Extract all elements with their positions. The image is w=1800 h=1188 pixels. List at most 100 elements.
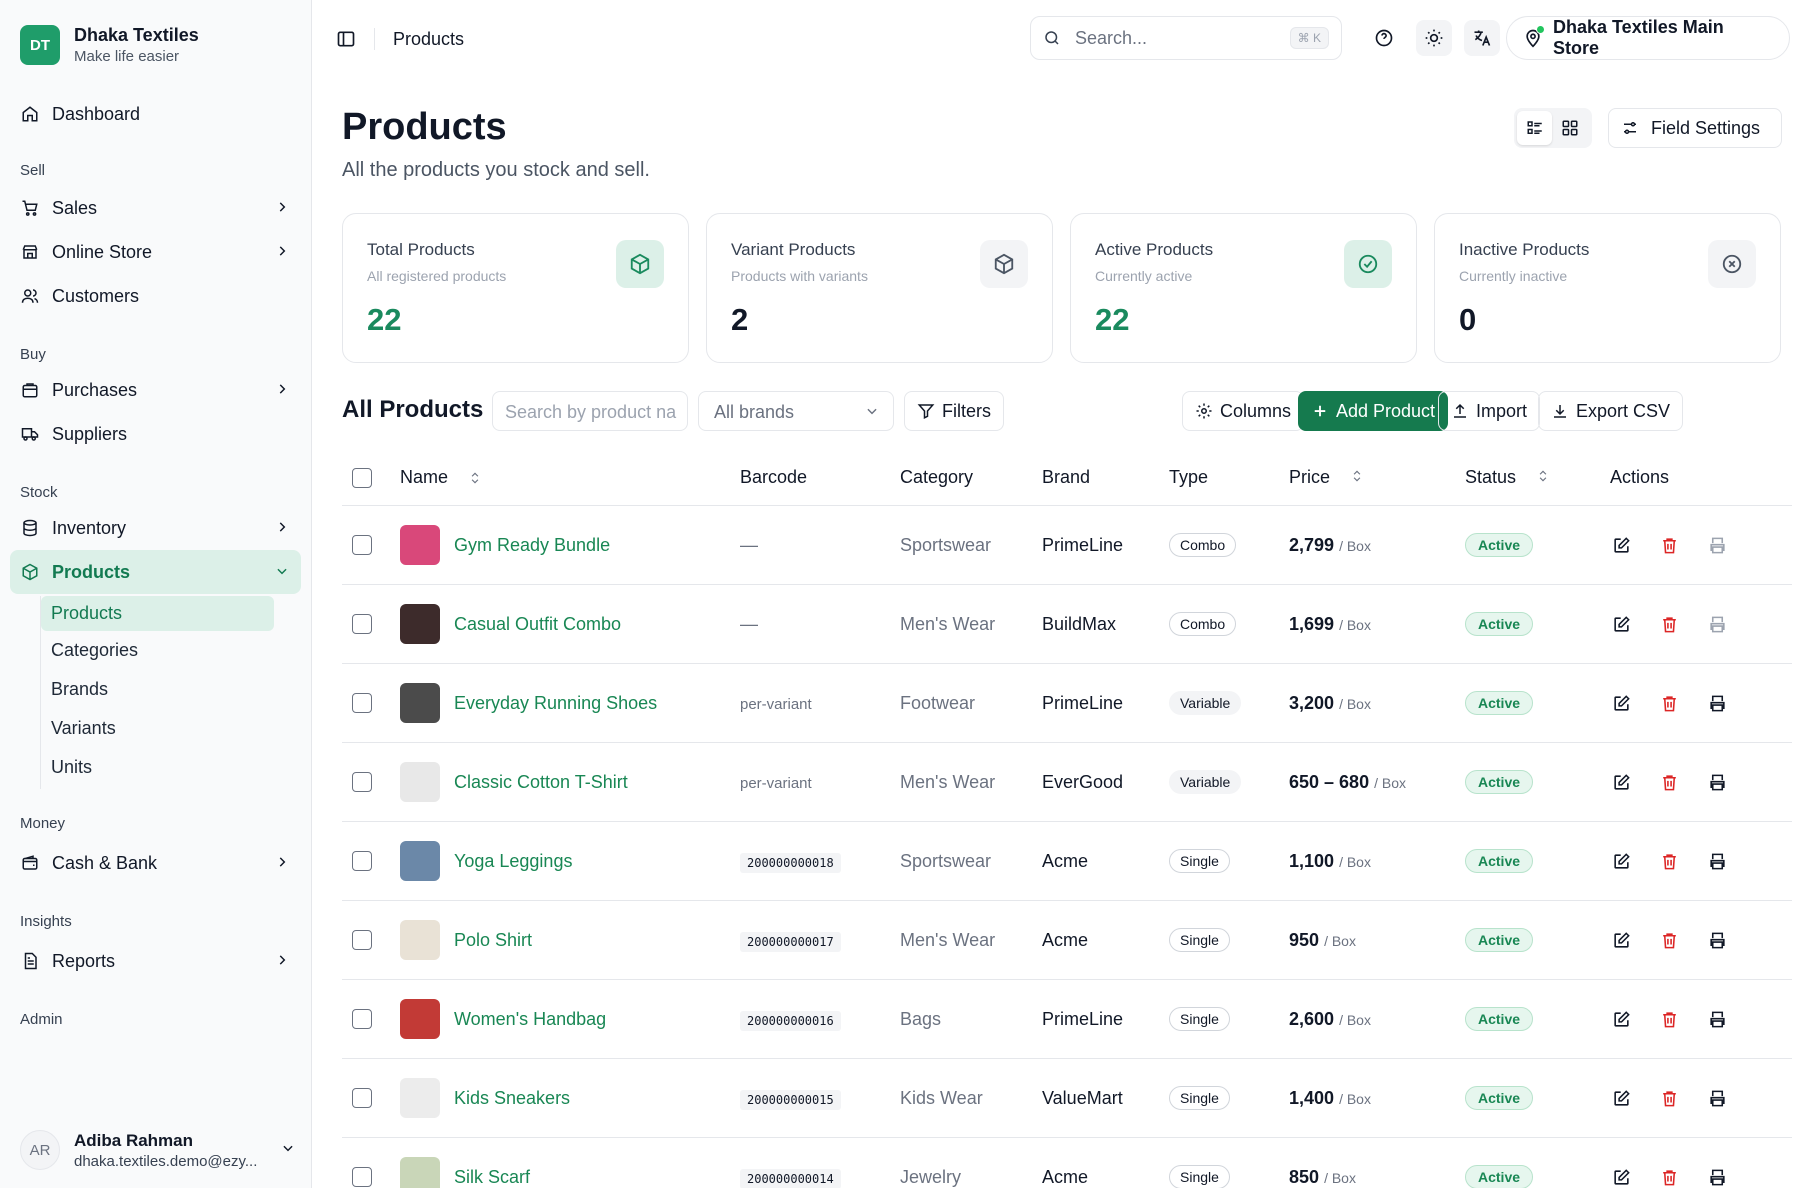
price-unit: / Box xyxy=(1324,1169,1356,1186)
store-switcher[interactable]: Dhaka Textiles Main Store xyxy=(1506,16,1790,60)
product-name-link[interactable]: Everyday Running Shoes xyxy=(454,693,657,714)
row-checkbox[interactable] xyxy=(352,535,372,555)
grid-view-button[interactable] xyxy=(1552,111,1587,145)
print-icon[interactable] xyxy=(1706,1008,1728,1030)
row-checkbox[interactable] xyxy=(352,1088,372,1108)
category-cell: Men's Wear xyxy=(900,613,996,634)
actions-cell xyxy=(1600,771,1792,793)
product-name-link[interactable]: Women's Handbag xyxy=(454,1009,606,1030)
sidebar-item-reports[interactable]: Reports xyxy=(0,939,311,983)
subnav-item-categories[interactable]: Categories xyxy=(41,633,311,672)
import-button[interactable]: Import xyxy=(1438,391,1541,431)
print-icon[interactable] xyxy=(1706,613,1728,635)
trash-icon[interactable] xyxy=(1658,929,1680,951)
columns-button[interactable]: Columns xyxy=(1182,391,1305,431)
print-icon[interactable] xyxy=(1706,692,1728,714)
subnav-item-variants[interactable]: Variants xyxy=(41,711,311,750)
trash-icon[interactable] xyxy=(1658,1008,1680,1030)
sidebar-item-sales[interactable]: Sales xyxy=(0,186,311,230)
status-badge: Active xyxy=(1465,533,1534,557)
trash-icon[interactable] xyxy=(1658,1087,1680,1109)
column-header-name[interactable]: Name xyxy=(400,467,740,488)
shortcut-hint: ⌘ K xyxy=(1289,27,1329,49)
sidebar-item-online-store[interactable]: Online Store xyxy=(0,230,311,274)
trash-icon[interactable] xyxy=(1658,771,1680,793)
sidebar-item-purchases[interactable]: Purchases xyxy=(0,368,311,412)
print-icon[interactable] xyxy=(1706,929,1728,951)
header-label: Name xyxy=(400,467,449,487)
add-product-button[interactable]: Add Product xyxy=(1298,391,1449,431)
edit-icon[interactable] xyxy=(1610,1008,1632,1030)
row-checkbox[interactable] xyxy=(352,614,372,634)
row-checkbox[interactable] xyxy=(352,1167,372,1187)
sidebar-item-inventory[interactable]: Inventory xyxy=(0,506,311,550)
field-settings-button[interactable]: Field Settings xyxy=(1608,108,1782,148)
product-name-link[interactable]: Silk Scarf xyxy=(454,1167,530,1188)
filters-button[interactable]: Filters xyxy=(904,391,1004,431)
theme-toggle-button[interactable] xyxy=(1416,20,1452,56)
select-all-checkbox[interactable] xyxy=(352,467,372,488)
product-name-link[interactable]: Yoga Leggings xyxy=(454,851,572,872)
brand-cell: PrimeLine xyxy=(1042,534,1124,555)
product-name-link[interactable]: Polo Shirt xyxy=(454,930,532,951)
sort-icon xyxy=(1350,469,1364,483)
breadcrumb[interactable]: Products xyxy=(393,29,464,50)
row-checkbox[interactable] xyxy=(352,851,372,871)
barcode-value: per-variant xyxy=(740,774,812,792)
trash-icon[interactable] xyxy=(1658,1166,1680,1188)
column-header-price[interactable]: Price xyxy=(1289,467,1465,488)
edit-icon[interactable] xyxy=(1610,929,1632,951)
print-icon[interactable] xyxy=(1706,1087,1728,1109)
print-icon[interactable] xyxy=(1706,534,1728,556)
edit-icon[interactable] xyxy=(1610,613,1632,635)
barcode-cell: per-variant xyxy=(740,772,900,793)
product-search-input[interactable]: Search by product na xyxy=(492,391,688,431)
sidebar-item-customers[interactable]: Customers xyxy=(0,274,311,318)
product-name-link[interactable]: Casual Outfit Combo xyxy=(454,614,621,635)
print-icon[interactable] xyxy=(1706,1166,1728,1188)
list-view-button[interactable] xyxy=(1517,111,1552,145)
trash-icon[interactable] xyxy=(1658,534,1680,556)
subnav-item-products[interactable]: Products xyxy=(41,596,274,631)
sidebar-toggle-icon[interactable] xyxy=(336,29,356,49)
sidebar-item-products[interactable]: Products xyxy=(10,550,301,594)
sidebar-item-suppliers[interactable]: Suppliers xyxy=(0,412,311,456)
actions-cell xyxy=(1600,850,1792,872)
trash-icon[interactable] xyxy=(1658,692,1680,714)
row-checkbox[interactable] xyxy=(352,693,372,713)
type-cell: Variable xyxy=(1169,770,1289,794)
print-icon[interactable] xyxy=(1706,850,1728,872)
edit-icon[interactable] xyxy=(1610,534,1632,556)
sidebar-item-cash-bank[interactable]: Cash & Bank xyxy=(0,841,311,885)
sidebar-item-dashboard[interactable]: Dashboard xyxy=(0,92,311,136)
brand[interactable]: DT Dhaka Textiles Make life easier xyxy=(0,0,311,72)
edit-icon[interactable] xyxy=(1610,1087,1632,1109)
export-csv-button[interactable]: Export CSV xyxy=(1538,391,1684,431)
users-icon xyxy=(20,286,40,306)
row-checkbox[interactable] xyxy=(352,1009,372,1029)
help-button[interactable] xyxy=(1366,20,1402,56)
status-badge: Active xyxy=(1465,1086,1534,1110)
column-header-status[interactable]: Status xyxy=(1465,467,1600,488)
row-checkbox[interactable] xyxy=(352,772,372,792)
trash-icon[interactable] xyxy=(1658,613,1680,635)
product-name-link[interactable]: Kids Sneakers xyxy=(454,1088,570,1109)
edit-icon[interactable] xyxy=(1610,1166,1632,1188)
trash-icon[interactable] xyxy=(1658,850,1680,872)
subnav-item-units[interactable]: Units xyxy=(41,750,311,789)
edit-icon[interactable] xyxy=(1610,771,1632,793)
product-thumbnail xyxy=(400,999,440,1039)
row-checkbox[interactable] xyxy=(352,930,372,950)
brand-select[interactable]: All brands xyxy=(698,391,894,431)
subnav-item-brands[interactable]: Brands xyxy=(41,672,311,711)
sliders-icon xyxy=(1621,119,1639,137)
edit-icon[interactable] xyxy=(1610,692,1632,714)
global-search[interactable]: Search... ⌘ K xyxy=(1030,16,1342,60)
language-button[interactable] xyxy=(1464,20,1500,56)
edit-icon[interactable] xyxy=(1610,850,1632,872)
print-icon[interactable] xyxy=(1706,771,1728,793)
product-name-link[interactable]: Classic Cotton T-Shirt xyxy=(454,772,628,793)
type-badge: Single xyxy=(1169,1086,1230,1110)
product-name-link[interactable]: Gym Ready Bundle xyxy=(454,535,610,556)
user-menu[interactable]: AR Adiba Rahman dhaka.textiles.demo@ezy.… xyxy=(20,1130,295,1170)
